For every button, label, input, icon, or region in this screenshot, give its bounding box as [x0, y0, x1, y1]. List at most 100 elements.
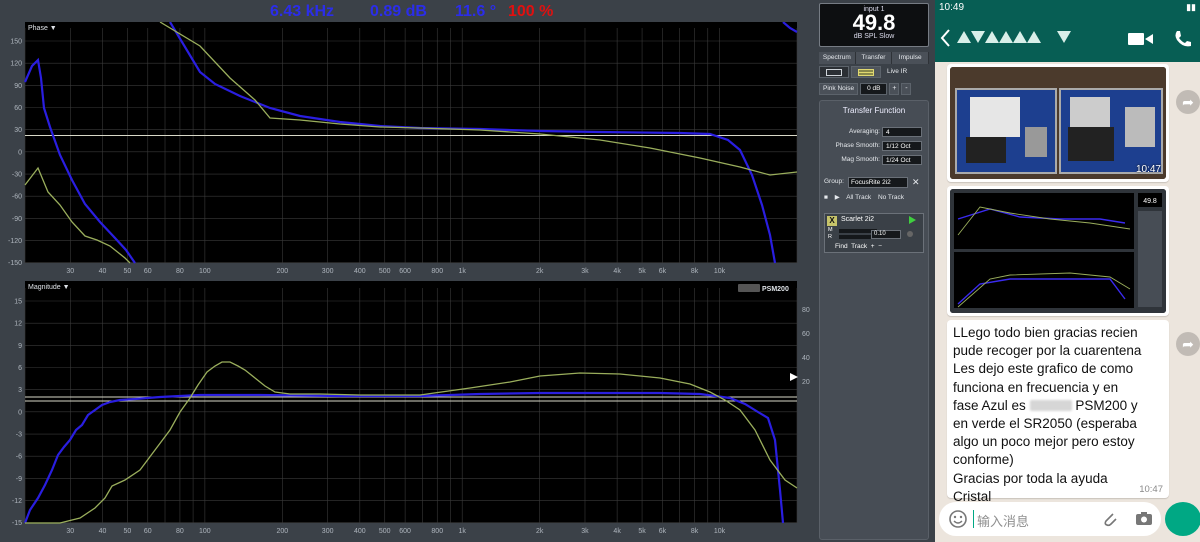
- x-tick-label: 300: [322, 268, 334, 275]
- x-tick-label: 1k: [458, 528, 466, 535]
- photo-cases[interactable]: 10:47: [950, 67, 1166, 179]
- device-minus-button[interactable]: −: [878, 243, 882, 250]
- x-tick-label: 40: [99, 268, 107, 275]
- photo-screenshot-thumb[interactable]: 49.8: [950, 189, 1166, 313]
- phase-plot-background: [25, 22, 797, 263]
- track-button[interactable]: Track: [851, 243, 867, 250]
- plot-area: 150 120 90 60 30 0 -30 -60 -90 -120 -150 30 40 50 60 8…: [0, 0, 815, 542]
- x-tick-label: 5k: [638, 268, 646, 275]
- x-tick-label: 60: [144, 528, 152, 535]
- image-message-1[interactable]: 10:47: [947, 64, 1169, 182]
- live-ir-button[interactable]: Live IR: [887, 66, 907, 78]
- image-message-2[interactable]: 49.8: [947, 186, 1169, 316]
- pink-noise-button[interactable]: Pink Noise: [819, 83, 859, 95]
- mag-smooth-select[interactable]: 1/24 Oct: [882, 155, 922, 165]
- contact-name-redacted[interactable]: [955, 16, 1075, 62]
- single-view-button[interactable]: [819, 66, 849, 78]
- tab-spectrum[interactable]: Spectrum: [819, 52, 856, 64]
- magnitude-plot[interactable]: 15129630-3-6-9-12-15 80604020 30 40 50 60 80…: [0, 281, 815, 542]
- x-tick-label: 3k: [581, 528, 589, 535]
- pink-minus-button[interactable]: -: [901, 83, 912, 95]
- x-tick-label: 50: [124, 528, 132, 535]
- device-play-icon[interactable]: [909, 216, 916, 224]
- meter-r-label: R: [828, 234, 832, 240]
- no-track-button[interactable]: No Track: [878, 194, 904, 201]
- emoji-icon[interactable]: [949, 510, 967, 528]
- phase-smooth-label: Phase Smooth:: [835, 142, 880, 149]
- y-tick-label-right: 20: [802, 379, 810, 386]
- dual-view-button[interactable]: [851, 66, 881, 78]
- spl-meter[interactable]: input 1 49.8 dB SPL Slow: [819, 3, 929, 47]
- meter-m-label: M: [828, 227, 833, 233]
- transfer-function-panel: Transfer Function Averaging: 4 Phase Smo…: [819, 100, 929, 540]
- stop-icon[interactable]: ■: [824, 194, 828, 201]
- x-tick-label: 800: [431, 268, 443, 275]
- tools-icon[interactable]: ✕: [912, 177, 920, 188]
- forward-icon-2[interactable]: ➦: [1176, 332, 1200, 356]
- back-arrow-icon[interactable]: [939, 28, 953, 48]
- group-select[interactable]: FocusRite 2i2: [848, 177, 908, 188]
- msg-line-5: fase Azul es: [953, 397, 1026, 413]
- voice-call-icon[interactable]: [1173, 30, 1191, 48]
- x-tick-label: 500: [379, 528, 391, 535]
- whatsapp-phone: 10:49 ▮▮ 10:47 ➦ 49.8 LLego todo bien gr…: [935, 0, 1200, 542]
- x-tick-label: 500: [379, 268, 391, 275]
- find-button[interactable]: Find: [835, 243, 848, 250]
- text-message[interactable]: LLego todo bien gracias recien pude reco…: [947, 320, 1169, 504]
- pink-plus-button[interactable]: +: [889, 83, 900, 95]
- all-track-button[interactable]: All Track: [846, 194, 871, 201]
- msg-line-6: en verde el SR2050 (esperaba: [953, 416, 1137, 432]
- msg-line-3: Les dejo este grafico de como: [953, 361, 1134, 377]
- y-tick-label: -90: [12, 216, 22, 223]
- device-plus-button[interactable]: +: [871, 243, 875, 250]
- y-tick-label: 15: [14, 299, 22, 306]
- device-delay-value[interactable]: 0.10: [871, 230, 901, 239]
- y-tick-label: 120: [10, 61, 22, 68]
- view-buttons: Live IR: [819, 66, 929, 78]
- device-status-dot: [907, 231, 913, 237]
- phase-plot[interactable]: 1501209060300-30-60-90-120-150 30 40 50 60 8…: [0, 22, 815, 280]
- dual-view-icon: [858, 68, 874, 76]
- x-tick-label: 600: [399, 268, 411, 275]
- meter-value: 49.8: [852, 10, 896, 35]
- device-badge[interactable]: X: [827, 216, 837, 226]
- play-icon[interactable]: ▶: [835, 194, 840, 201]
- message-input-bar[interactable]: 输入消息: [939, 502, 1161, 536]
- redacted-brand: [1029, 399, 1072, 411]
- y-tick-label: 6: [18, 365, 22, 372]
- x-tick-label: 30: [66, 268, 74, 275]
- video-call-icon[interactable]: [1128, 32, 1154, 46]
- averaging-row: Averaging: 4: [820, 127, 930, 138]
- y-tick-label: 0: [18, 149, 22, 156]
- msg-line-8: conforme): [953, 452, 1014, 468]
- single-view-icon: [826, 68, 842, 76]
- y-tick-label: 3: [18, 387, 22, 394]
- tab-transfer[interactable]: Transfer: [855, 52, 893, 64]
- y-tick-label-right: 80: [802, 307, 810, 314]
- y-tick-label: 150: [10, 39, 22, 46]
- mic-button[interactable]: [1165, 502, 1200, 536]
- forward-icon-1[interactable]: ➦: [1176, 90, 1200, 114]
- averaging-select[interactable]: 4: [882, 127, 922, 137]
- attach-icon[interactable]: [1101, 510, 1119, 528]
- y-tick-label: -60: [12, 194, 22, 201]
- x-tick-label: 100: [199, 528, 211, 535]
- y-tick-label: 90: [14, 83, 22, 90]
- camera-icon[interactable]: [1135, 511, 1153, 526]
- status-time: 10:49: [939, 2, 965, 13]
- x-tick-label: 600: [399, 528, 411, 535]
- x-tick-label: 6k: [659, 268, 667, 275]
- x-tick-label: 40: [99, 528, 107, 535]
- phase-smooth-select[interactable]: 1/12 Oct: [882, 141, 922, 151]
- phase-plot-label[interactable]: Phase ▼: [28, 25, 57, 32]
- msg-line-5b: PSM200 y: [1075, 397, 1138, 413]
- y-tick-label: -3: [16, 432, 22, 439]
- magnitude-y-axis-right: 80 60 40 20: [802, 307, 810, 386]
- y-tick-label: 30: [14, 127, 22, 134]
- magnitude-plot-label[interactable]: Magnitude ▼: [28, 284, 70, 291]
- pink-noise-level[interactable]: 0 dB: [860, 83, 888, 95]
- message-input[interactable]: 输入消息: [977, 511, 1029, 530]
- msg-line-4: funciona en frecuencia y en: [953, 379, 1119, 395]
- tab-impulse[interactable]: Impulse: [892, 52, 930, 64]
- x-tick-label: 400: [354, 268, 366, 275]
